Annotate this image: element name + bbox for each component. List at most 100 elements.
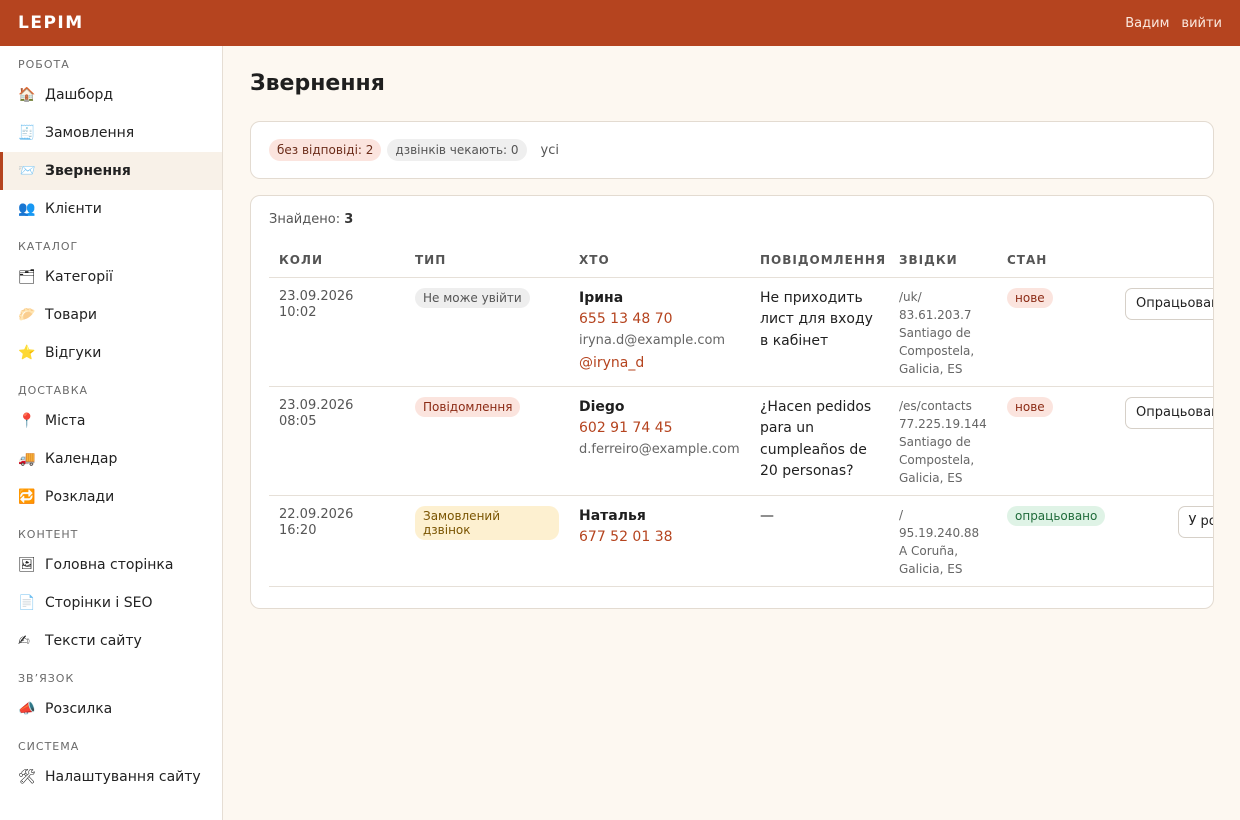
- sidebar-item-label: Звернення: [45, 163, 131, 179]
- sidebar-item[interactable]: 🏠 Дашборд: [0, 76, 222, 114]
- contact-phone[interactable]: 602 91 74 45: [579, 418, 740, 439]
- cell-from: / 95.19.240.88 A Coruña, Galicia, ES: [889, 495, 997, 587]
- top-bar: LEPIM Вадим вийти: [0, 0, 1240, 46]
- sidebar-item-label: Сторінки і SEO: [45, 595, 153, 611]
- cell-status: опрацьовано: [997, 495, 1115, 587]
- sidebar-section-title: ДОСТАВКА: [18, 384, 89, 397]
- user-area: Вадим вийти: [1125, 16, 1222, 31]
- table-row: 22.09.2026 16:20 Замовлений дзвінок Наталь…: [269, 495, 1213, 587]
- results-card: Знайдено: 3 КОЛИ ТИП ХТО ПОВІДОМЛЕННЯ ЗВ…: [250, 195, 1214, 609]
- sidebar-item-icon: 🖼: [18, 557, 36, 573]
- cell-from: /uk/83.61.203.7 Santiago de Compostela, Gal…: [889, 277, 997, 387]
- sidebar-item-label: Міста: [45, 413, 86, 429]
- sidebar-item[interactable]: 📣 Розсилка: [0, 690, 222, 728]
- found-count: Знайдено: 3: [269, 212, 1195, 230]
- message-text: —: [760, 507, 774, 524]
- sidebar-item-label: Дашборд: [45, 87, 114, 103]
- sidebar-item-icon: 👥: [18, 201, 36, 217]
- main-content: Звернення без відповіді: 2 дзвінків чека…: [250, 46, 1214, 609]
- sidebar-item[interactable]: 🧾 Замовлення: [0, 114, 222, 152]
- cell-actions: У роботу: [1115, 495, 1213, 587]
- sidebar-item-label: Налаштування сайту: [45, 769, 201, 785]
- sidebar-section-title: КОНТЕНТ: [18, 528, 79, 541]
- sidebar-item[interactable]: 🔁 Розклади: [0, 478, 222, 516]
- cell-message: Не приходить лист для входу в кабінет: [750, 277, 889, 387]
- col-from[interactable]: ЗВІДКИ: [889, 251, 997, 278]
- status-badge: нове: [1007, 287, 1053, 308]
- sidebar-item-label: Категорії: [45, 269, 113, 285]
- contact-handle[interactable]: @iryna_d: [579, 352, 740, 374]
- contact-email[interactable]: iryna.d@example.com: [579, 330, 740, 352]
- status-badge: опрацьовано: [1007, 505, 1106, 526]
- source-line: Santiago de: [899, 325, 971, 340]
- request-time: 23.09.2026 10:02: [279, 288, 354, 320]
- row-action-button[interactable]: У роботу: [1177, 505, 1213, 538]
- sidebar-item-icon: 🥟: [18, 307, 36, 323]
- filter-calls-waiting[interactable]: дзвінків чекають: 0: [387, 139, 527, 161]
- source-line: 77.225.19.144: [899, 416, 987, 431]
- sidebar-item-icon: 📣: [18, 701, 36, 717]
- contact-phone[interactable]: 655 13 48 70: [579, 309, 740, 330]
- sidebar-item-icon: 📨: [18, 163, 36, 179]
- row-action-button[interactable]: Опрацьовано: [1125, 287, 1213, 320]
- sidebar-item[interactable]: 📨 Звернення: [0, 152, 222, 190]
- sidebar-item[interactable]: 🚚 Календар: [0, 440, 222, 478]
- sidebar-item[interactable]: ⭐ Відгуки: [0, 334, 222, 372]
- col-message[interactable]: ПОВІДОМЛЕННЯ: [750, 251, 889, 278]
- sidebar-item[interactable]: ✍ Тексти сайту: [0, 622, 222, 660]
- cell-message: ¿Hacen pedidos para un cumpleaños de 20 …: [750, 386, 889, 496]
- source-line: Compostela,: [899, 343, 975, 358]
- page-title: Звернення: [250, 71, 385, 96]
- sidebar-item-label: Товари: [45, 307, 97, 323]
- cell-actions: Опрацьовано: [1115, 386, 1213, 496]
- source-line: Galicia, ES: [899, 561, 963, 576]
- found-label: Знайдено:: [269, 212, 341, 227]
- col-type[interactable]: ТИП: [405, 251, 569, 278]
- col-who[interactable]: ХТО: [569, 251, 750, 278]
- brand-logo[interactable]: LEPIM: [18, 13, 84, 33]
- cell-type: Не може увійти: [405, 277, 569, 387]
- sidebar-item[interactable]: 🥟 Товари: [0, 296, 222, 334]
- sidebar-item[interactable]: 🗂 Категорії: [0, 258, 222, 296]
- col-status[interactable]: СТАН: [997, 251, 1115, 278]
- source-line: Galicia, ES: [899, 361, 963, 376]
- found-number: 3: [344, 212, 354, 227]
- sidebar-item-icon: 📄: [18, 595, 36, 611]
- sidebar-item-label: Розклади: [45, 489, 115, 505]
- sidebar-item-icon: 🔁: [18, 489, 36, 505]
- cell-status: нове: [997, 386, 1115, 496]
- type-badge: Не може увійти: [415, 287, 530, 308]
- row-action-button[interactable]: Опрацьовано: [1125, 396, 1213, 429]
- cell-when: 22.09.2026 16:20: [269, 495, 405, 587]
- message-text: ¿Hacen pedidos para un cumpleaños de 20 …: [760, 398, 872, 480]
- table-row: 23.09.2026 10:02 Не може увійти Ірина 655 1…: [269, 277, 1213, 387]
- sidebar-item[interactable]: 🖼 Головна сторінка: [0, 546, 222, 584]
- sidebar-item[interactable]: 🛠 Налаштування сайту: [0, 758, 222, 796]
- sidebar-section-title: РОБОТА: [18, 58, 70, 71]
- sidebar-item-label: Замовлення: [45, 125, 135, 141]
- logout-link[interactable]: вийти: [1181, 16, 1222, 31]
- col-when[interactable]: КОЛИ: [269, 251, 405, 278]
- sidebar-item[interactable]: 👥 Клієнти: [0, 190, 222, 228]
- filter-all[interactable]: усі: [533, 139, 567, 162]
- cell-type: Повідомлення: [405, 386, 569, 496]
- cell-actions: Опрацьовано: [1115, 277, 1213, 387]
- type-badge: Повідомлення: [415, 396, 521, 417]
- source-line: /es/contacts: [899, 398, 972, 413]
- requests-table: КОЛИ ТИП ХТО ПОВІДОМЛЕННЯ ЗВІДКИ СТАН 23…: [269, 251, 1213, 587]
- user-name[interactable]: Вадим: [1125, 16, 1169, 31]
- sidebar-item-label: Календар: [45, 451, 118, 467]
- cell-message: —: [750, 495, 889, 587]
- cell-who: Наталья 677 52 01 38: [569, 495, 750, 587]
- source-line: Santiago de: [899, 434, 971, 449]
- sidebar-item-icon: 🏠: [18, 87, 36, 103]
- sidebar-item-label: Відгуки: [45, 345, 102, 361]
- filter-unanswered[interactable]: без відповіді: 2: [269, 139, 382, 161]
- sidebar-item[interactable]: 📄 Сторінки і SEO: [0, 584, 222, 622]
- contact-email[interactable]: d.ferreiro@example.com: [579, 439, 740, 461]
- col-actions: [1115, 251, 1213, 278]
- table-body: 23.09.2026 10:02 Не може увійти Ірина 655 1…: [269, 277, 1213, 587]
- contact-name: Ірина: [579, 289, 624, 306]
- contact-phone[interactable]: 677 52 01 38: [579, 527, 740, 548]
- sidebar-item[interactable]: 📍 Міста: [0, 402, 222, 440]
